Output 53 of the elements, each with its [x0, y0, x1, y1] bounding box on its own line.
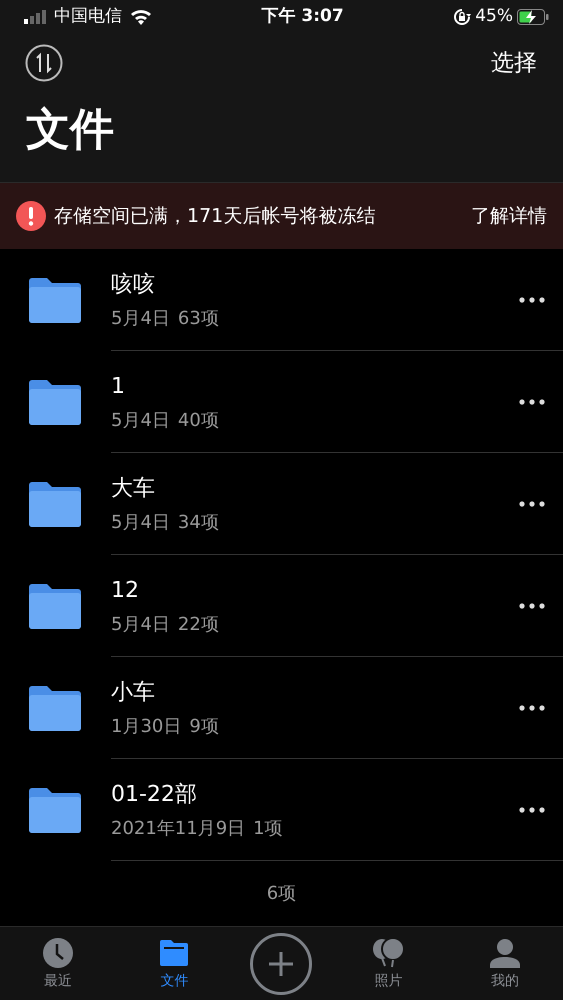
more-icon[interactable] — [519, 704, 545, 710]
folder-item-count: 40项 — [178, 408, 219, 432]
folder-name[interactable]: 大车 — [111, 472, 519, 504]
signal-icon — [24, 10, 46, 24]
folder-date: 1月30日 — [111, 714, 182, 738]
page-title: 文件 — [25, 108, 114, 152]
folder-item-count: 1项 — [253, 816, 283, 840]
learn-more-link[interactable]: 了解详情 — [471, 202, 547, 230]
rotation-lock-icon — [453, 8, 472, 26]
select-link[interactable]: 选择 — [491, 46, 537, 80]
wifi-icon — [130, 8, 152, 24]
sort-icon[interactable] — [25, 44, 63, 82]
more-icon[interactable] — [519, 806, 545, 812]
folder-date: 5月4日 — [111, 306, 170, 330]
clock-icon — [42, 937, 74, 969]
folder-name[interactable]: 咳咳 — [111, 268, 519, 300]
folder-date: 5月4日 — [111, 612, 170, 636]
folder-date: 5月4日 — [111, 408, 170, 432]
more-icon[interactable] — [519, 500, 545, 506]
more-icon[interactable] — [519, 602, 545, 608]
folder-name[interactable]: 小车 — [111, 676, 519, 708]
warning-icon — [16, 201, 46, 231]
folder-icon — [160, 940, 188, 966]
folder-item-count: 63项 — [178, 306, 219, 330]
person-icon — [490, 938, 520, 968]
tab[interactable]: 文件 — [160, 971, 188, 992]
folder-icon — [29, 583, 81, 629]
folder-name[interactable]: 1 — [111, 370, 519, 402]
battery-percent: 45% — [475, 4, 513, 28]
folder-item-count: 34项 — [178, 510, 219, 534]
storage-warning-text: 存储空间已满，171天后帐号将被冻结 — [54, 204, 376, 229]
add-button[interactable] — [250, 932, 312, 994]
tab[interactable]: 最近 — [44, 971, 72, 992]
item-count: 6项 — [266, 882, 296, 906]
folder-date: 2021年11月9日 — [111, 816, 246, 840]
tab[interactable]: 我的 — [490, 971, 519, 992]
folder-icon — [29, 787, 81, 833]
carrier-name: 中国电信 — [54, 4, 122, 28]
folder-icon — [29, 481, 81, 527]
more-icon[interactable] — [519, 398, 545, 404]
more-icon[interactable] — [519, 296, 545, 302]
folder-item-count: 22项 — [178, 612, 219, 636]
folder-name[interactable]: 12 — [111, 574, 519, 606]
folder-date: 5月4日 — [111, 510, 170, 534]
folder-icon — [29, 685, 81, 731]
clock-time: 下午 3:07 — [262, 4, 344, 28]
folder-item-count: 9项 — [189, 714, 219, 738]
folder-icon — [29, 379, 81, 425]
battery-charging-icon — [517, 8, 549, 24]
balloons-icon — [372, 938, 406, 968]
tab[interactable]: 照片 — [374, 971, 403, 992]
folder-name[interactable]: 01-22部 — [111, 778, 519, 810]
folder-icon — [29, 277, 81, 323]
